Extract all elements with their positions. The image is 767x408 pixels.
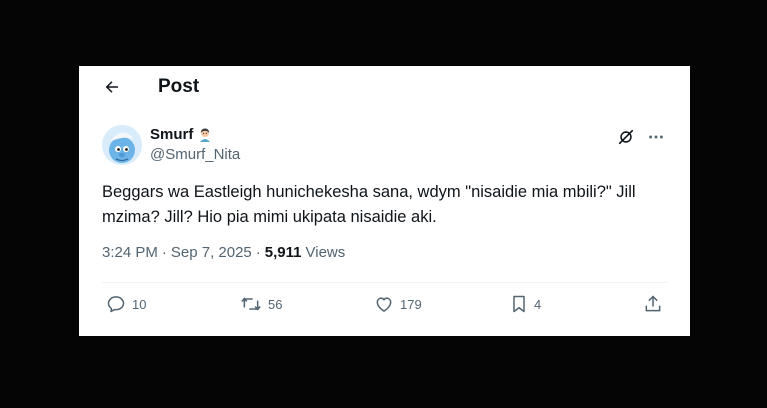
repost-count: 56 — [268, 296, 283, 312]
more-button[interactable] — [646, 127, 666, 147]
grok-icon — [618, 129, 634, 145]
share-icon — [645, 295, 661, 312]
avatar[interactable] — [102, 125, 142, 165]
views-count: 5,911 — [264, 244, 302, 261]
bookmark-count: 4 — [534, 296, 542, 312]
person-emoji-icon — [200, 128, 211, 142]
reply-button[interactable]: 10 — [106, 294, 146, 314]
share-button[interactable] — [643, 294, 663, 314]
action-bar: 10 56 179 4 — [102, 294, 667, 318]
author-handle[interactable]: @Smurf_Nita — [150, 146, 240, 163]
like-icon — [376, 297, 392, 312]
post-top-actions — [616, 127, 666, 147]
reply-count: 10 — [132, 296, 147, 312]
page-title: Post — [158, 76, 200, 97]
repost-button[interactable]: 56 — [240, 294, 282, 314]
back-button[interactable] — [101, 76, 123, 98]
more-icon — [649, 135, 663, 139]
divider — [102, 282, 667, 283]
views-label: Views — [305, 244, 346, 261]
post-time[interactable]: 3:24 PM — [102, 244, 158, 261]
post-meta: 3:24 PM · Sep 7, 2025 · 5,911 Views — [102, 244, 345, 261]
meta-separator: · — [255, 244, 261, 261]
like-button[interactable]: 179 — [374, 294, 422, 314]
author-name-row: Smurf — [150, 126, 213, 143]
repost-icon — [241, 297, 261, 311]
bookmark-button[interactable]: 4 — [510, 294, 541, 314]
post-date[interactable]: Sep 7, 2025 — [171, 244, 252, 261]
post-card: Post Smurf @Smurf_Nita Beggars wa Eastle… — [79, 66, 690, 336]
author-name[interactable]: Smurf — [150, 126, 193, 143]
reply-icon — [107, 296, 125, 313]
bookmark-icon — [513, 295, 525, 313]
back-arrow-icon — [105, 81, 118, 93]
post-header: Post — [79, 66, 690, 110]
grok-button[interactable] — [616, 127, 636, 147]
meta-separator: · — [161, 244, 167, 261]
smurf-avatar-image — [102, 125, 142, 165]
post-text: Beggars wa Eastleigh hunichekesha sana, … — [102, 183, 636, 226]
like-count: 179 — [400, 296, 422, 312]
